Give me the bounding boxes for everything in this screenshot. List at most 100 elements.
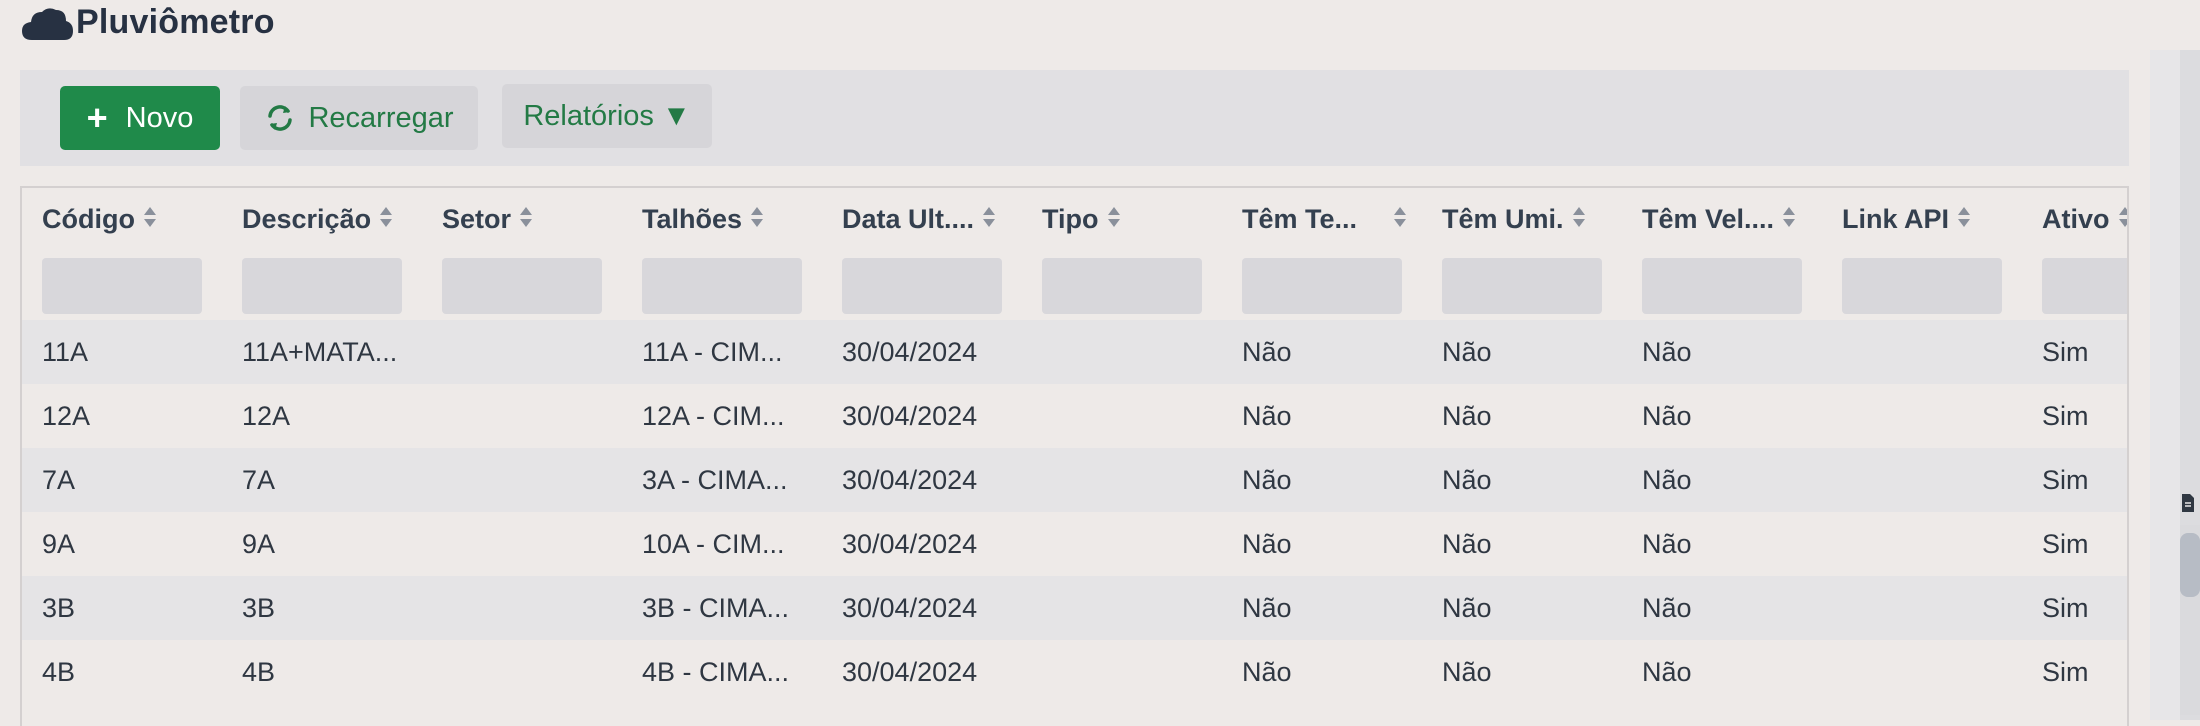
toolbar: + Novo Recarregar Relatórios ▼ xyxy=(20,70,2129,166)
table-cell: 30/04/2024 xyxy=(842,528,978,559)
column-header-label: Código xyxy=(42,203,135,234)
table-cell: Não xyxy=(1442,336,1492,367)
column-header[interactable]: Tipo xyxy=(1022,188,1222,252)
reload-button[interactable]: Recarregar xyxy=(240,86,478,150)
reports-dropdown-button[interactable]: Relatórios ▼ xyxy=(502,84,712,148)
column-header[interactable]: Têm Umi. xyxy=(1422,188,1622,252)
table-cell xyxy=(1022,576,1222,640)
table-cell: Não xyxy=(1642,656,1692,687)
filter-input[interactable] xyxy=(642,258,802,314)
sort-icon[interactable] xyxy=(1393,205,1407,236)
column-header-label: Data Ult.... xyxy=(842,203,975,234)
table-cell: 11A - CIM... xyxy=(642,336,783,367)
sort-icon[interactable] xyxy=(1572,205,1586,236)
column-header-label: Tipo xyxy=(1042,203,1099,234)
filter-input[interactable] xyxy=(1042,258,1202,314)
reload-button-label: Recarregar xyxy=(308,101,454,134)
sort-icon[interactable] xyxy=(1107,205,1121,236)
filter-input[interactable] xyxy=(842,258,1002,314)
table-header-row: Código Descrição Setor Talhões Data Ult.… xyxy=(22,188,2127,252)
sort-icon[interactable] xyxy=(379,205,393,236)
table-cell: 3B xyxy=(242,592,276,623)
table-cell xyxy=(1822,448,2022,512)
filter-input[interactable] xyxy=(242,258,402,314)
column-header[interactable]: Descrição xyxy=(222,188,422,252)
scrollbar-thumb[interactable] xyxy=(2180,533,2200,597)
data-table: Código Descrição Setor Talhões Data Ult.… xyxy=(22,188,2127,704)
filter-input[interactable] xyxy=(42,258,202,314)
table-cell: 3B - CIMA... xyxy=(642,592,790,623)
table-row[interactable]: 12A 12A 12A - CIM... 30/04/2024 Não Não … xyxy=(22,384,2127,448)
table-row[interactable]: 7A 7A 3A - CIMA... 30/04/2024 Não Não Nã… xyxy=(22,448,2127,512)
sort-icon[interactable] xyxy=(1957,205,1971,236)
column-header[interactable]: Data Ult.... xyxy=(822,188,1022,252)
table-cell: Não xyxy=(1242,592,1292,623)
table-cell xyxy=(422,512,622,576)
filter-input[interactable] xyxy=(1242,258,1402,314)
table-cell: 11A+MATA... xyxy=(242,336,398,367)
filter-input[interactable] xyxy=(1642,258,1802,314)
table-cell: 30/04/2024 xyxy=(842,400,978,431)
column-header[interactable]: Talhões xyxy=(622,188,822,252)
table-cell: Não xyxy=(1642,464,1692,495)
table-cell: 9A xyxy=(42,528,76,559)
page-header: Pluviômetro xyxy=(20,0,275,44)
table-cell: 30/04/2024 xyxy=(842,336,978,367)
table-row[interactable]: 11A 11A+MATA... 11A - CIM... 30/04/2024 … xyxy=(22,320,2127,384)
table-cell: Não xyxy=(1442,528,1492,559)
table-cell: 12A xyxy=(42,400,91,431)
table-cell xyxy=(1822,512,2022,576)
column-header[interactable]: Têm Te... xyxy=(1222,188,1422,252)
sort-icon[interactable] xyxy=(750,205,764,236)
table-cell xyxy=(422,640,622,704)
column-header[interactable]: Ativo xyxy=(2022,188,2127,252)
sort-icon[interactable] xyxy=(982,205,996,236)
filter-input[interactable] xyxy=(1442,258,1602,314)
sort-icon[interactable] xyxy=(2118,205,2127,236)
column-header[interactable]: Setor xyxy=(422,188,622,252)
table-cell: Não xyxy=(1442,400,1492,431)
table-cell: Sim xyxy=(2042,592,2089,623)
table-cell xyxy=(1022,512,1222,576)
column-header[interactable]: Têm Vel.... xyxy=(1622,188,1822,252)
table-cell: 7A xyxy=(42,464,76,495)
table-row[interactable]: 4B 4B 4B - CIMA... 30/04/2024 Não Não Nã… xyxy=(22,640,2127,704)
column-header[interactable]: Link API xyxy=(1822,188,2022,252)
table-cell: Sim xyxy=(2042,528,2089,559)
sort-icon[interactable] xyxy=(1782,205,1796,236)
table-row[interactable]: 9A 9A 10A - CIM... 30/04/2024 Não Não Nã… xyxy=(22,512,2127,576)
table-cell: 11A xyxy=(42,336,89,367)
table-cell: Não xyxy=(1242,400,1292,431)
table-cell: Não xyxy=(1642,400,1692,431)
table-cell: Não xyxy=(1242,336,1292,367)
filter-input[interactable] xyxy=(2042,258,2127,314)
table-cell: Sim xyxy=(2042,656,2089,687)
new-button-label: Novo xyxy=(125,101,194,134)
table-cell: Sim xyxy=(2042,336,2089,367)
sort-icon[interactable] xyxy=(519,205,533,236)
table-row[interactable]: 3B 3B 3B - CIMA... 30/04/2024 Não Não Nã… xyxy=(22,576,2127,640)
reports-button-label: Relatórios ▼ xyxy=(523,99,691,132)
table-cell xyxy=(422,384,622,448)
document-icon[interactable] xyxy=(2180,493,2196,513)
table-cell: Não xyxy=(1642,528,1692,559)
table-cell: Sim xyxy=(2042,464,2089,495)
table-cell xyxy=(422,448,622,512)
new-button[interactable]: + Novo xyxy=(60,86,220,150)
table-cell xyxy=(1022,384,1222,448)
column-header-label: Descrição xyxy=(242,203,372,234)
table-cell xyxy=(422,320,622,384)
filter-input[interactable] xyxy=(442,258,602,314)
table-cell: 30/04/2024 xyxy=(842,592,978,623)
column-header-label: Link API xyxy=(1842,203,1950,234)
page-title: Pluviômetro xyxy=(76,2,275,41)
column-header[interactable]: Código xyxy=(22,188,222,252)
column-header-label: Têm Umi. xyxy=(1442,203,1564,234)
table-cell xyxy=(1022,640,1222,704)
filter-input[interactable] xyxy=(1842,258,2002,314)
column-header-label: Ativo xyxy=(2042,203,2110,234)
table-cell: Não xyxy=(1442,592,1492,623)
refresh-icon xyxy=(268,105,293,131)
table-cell: Não xyxy=(1242,464,1292,495)
sort-icon[interactable] xyxy=(143,205,157,236)
